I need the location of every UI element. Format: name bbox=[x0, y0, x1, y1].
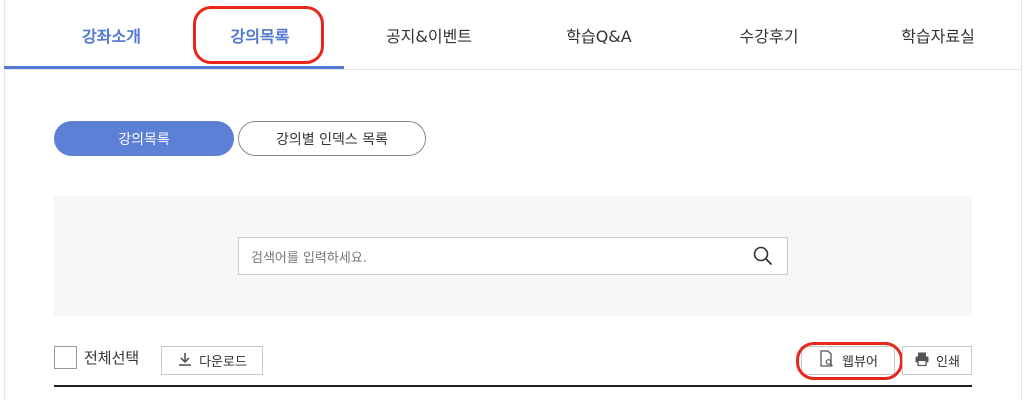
print-label: 인쇄 bbox=[936, 355, 960, 370]
document-search-icon bbox=[818, 349, 836, 372]
tab-resources[interactable]: 학습자료실 bbox=[854, 0, 1022, 70]
webviewer-button[interactable]: 웹뷰어 bbox=[801, 346, 895, 375]
webviewer-label: 웹뷰어 bbox=[842, 355, 878, 370]
select-all-checkbox[interactable] bbox=[54, 346, 77, 369]
tab-lecture-list[interactable]: 강의목록 bbox=[174, 0, 346, 70]
search-input[interactable]: 검색어를 입력하세요. bbox=[238, 237, 788, 275]
tab-reviews[interactable]: 수강후기 bbox=[684, 0, 854, 70]
top-navigation: 강좌소개 강의목록 공지&이벤트 학습Q&A 수강후기 학습자료실 bbox=[4, 0, 1022, 70]
search-placeholder: 검색어를 입력하세요. bbox=[251, 250, 367, 266]
download-button[interactable]: 다운로드 bbox=[161, 346, 263, 375]
search-icon[interactable] bbox=[750, 243, 776, 269]
print-button[interactable]: 인쇄 bbox=[902, 346, 972, 375]
tab-notice-event[interactable]: 공지&이벤트 bbox=[344, 0, 514, 70]
active-tab-underline bbox=[4, 66, 344, 69]
subtab-lecture-list[interactable]: 강의목록 bbox=[54, 121, 234, 156]
select-all-label: 전체선택 bbox=[84, 349, 140, 367]
download-label: 다운로드 bbox=[199, 355, 247, 370]
download-icon bbox=[177, 351, 193, 371]
list-header-divider bbox=[54, 385, 972, 387]
subtab-index-list[interactable]: 강의별 인덱스 목록 bbox=[238, 121, 426, 156]
tab-study-qa[interactable]: 학습Q&A bbox=[514, 0, 684, 70]
printer-icon bbox=[914, 351, 930, 371]
